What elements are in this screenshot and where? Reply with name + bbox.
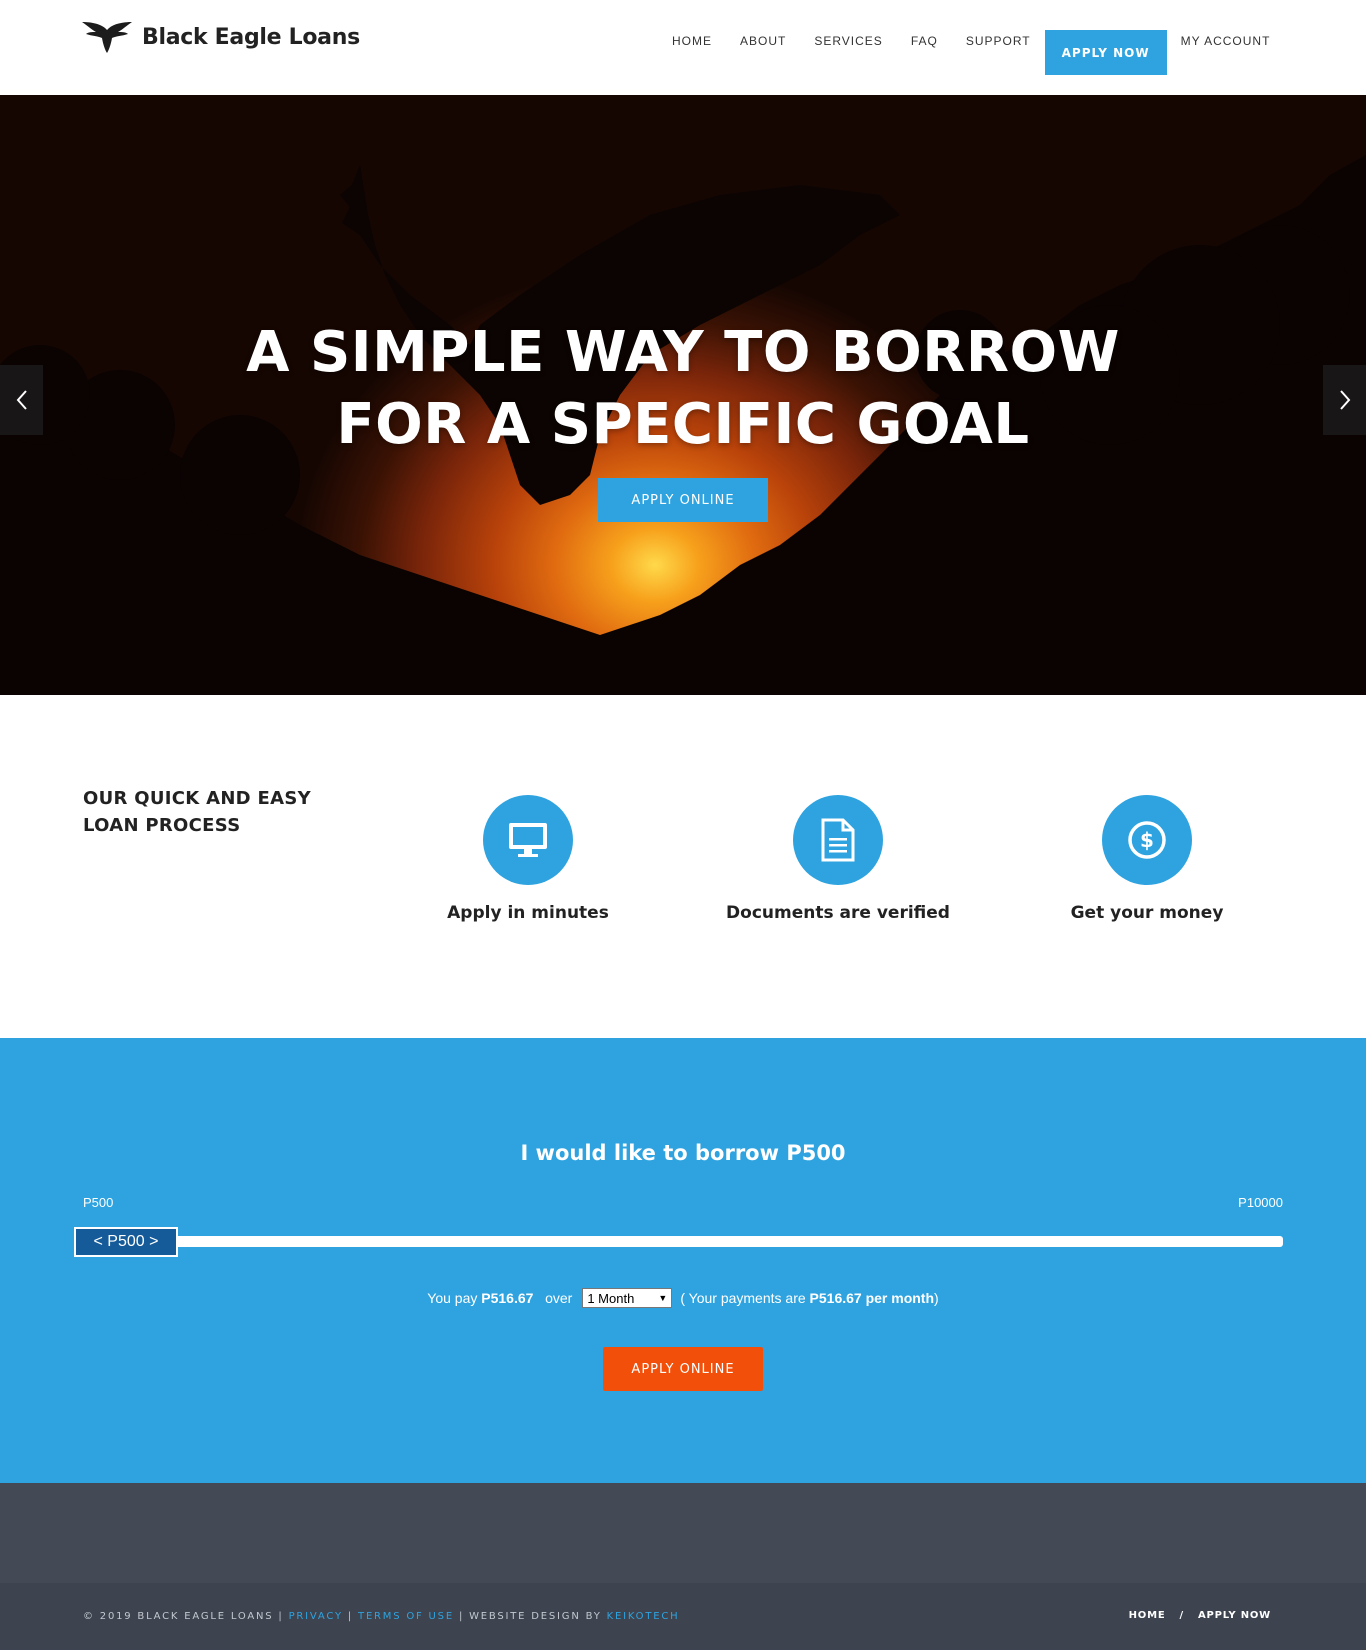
amount-slider-track[interactable] [110, 1236, 1283, 1247]
main-nav: HOME ABOUT SERVICES FAQ SUPPORT APPLY NO… [672, 30, 1270, 75]
terms-link[interactable]: TERMS OF USE [358, 1611, 454, 1622]
nav-home[interactable]: HOME [672, 30, 712, 52]
amount-slider-handle[interactable]: < P500 > [74, 1227, 178, 1257]
range-min-label: P500 [83, 1195, 114, 1210]
brand-name: Black Eagle Loans [142, 24, 360, 50]
nav-services[interactable]: SERVICES [814, 30, 882, 52]
hero-apply-online-button[interactable]: APPLY ONLINE [598, 478, 768, 522]
monitor-icon [509, 823, 547, 857]
term-value: 1 Month [587, 1290, 635, 1306]
designer-link[interactable]: KEIKOTECH [607, 1611, 680, 1622]
step-circle [483, 795, 573, 885]
payments-suffix: ) [934, 1290, 939, 1306]
nav-support[interactable]: SUPPORT [966, 30, 1031, 52]
footer-nav-apply-now[interactable]: APPLY NOW [1198, 1610, 1271, 1621]
footer-nav-separator: / [1179, 1610, 1184, 1621]
step-circle: $ [1102, 795, 1192, 885]
hero-title: A SIMPLE WAY TO BORROW FOR A SPECIFIC GO… [0, 317, 1366, 461]
nav-faq[interactable]: FAQ [911, 30, 938, 52]
hero-title-line-1: A SIMPLE WAY TO BORROW [246, 320, 1120, 385]
loan-process-section: OUR QUICK AND EASY LOAN PROCESS Apply in… [0, 695, 1366, 1038]
site-header: Black Eagle Loans HOME ABOUT SERVICES FA… [0, 0, 1366, 95]
payment-summary: You pay P516.67 over 1 Month ▼ ( Your pay… [0, 1288, 1366, 1308]
step-circle [793, 795, 883, 885]
you-pay-amount: P516.67 [481, 1290, 534, 1306]
step-label: Get your money [1070, 903, 1224, 923]
slider-prev-button[interactable] [0, 365, 43, 435]
payments-label: ( Your payments are [680, 1290, 806, 1306]
process-step-verify: Documents are verified [698, 795, 978, 923]
eagle-logo-icon [82, 22, 132, 53]
process-step-apply: Apply in minutes [388, 795, 668, 923]
calculator-apply-online-button[interactable]: APPLY ONLINE [603, 1347, 763, 1391]
logo[interactable]: Black Eagle Loans [82, 20, 360, 54]
process-step-money: $ Get your money [1007, 795, 1287, 923]
svg-text:$: $ [1140, 828, 1154, 852]
slider-next-button[interactable] [1323, 365, 1366, 435]
privacy-link[interactable]: PRIVACY [289, 1611, 343, 1622]
dropdown-arrow-icon: ▼ [658, 1293, 668, 1303]
footer-widgets [0, 1483, 1366, 1583]
term-select[interactable]: 1 Month ▼ [582, 1288, 673, 1308]
process-title: OUR QUICK AND EASY LOAN PROCESS [83, 788, 311, 836]
loan-calculator: I would like to borrow P500 P500 P10000 … [0, 1038, 1366, 1483]
nav-my-account[interactable]: MY ACCOUNT [1181, 30, 1271, 52]
hero-slider: A SIMPLE WAY TO BORROW FOR A SPECIFIC GO… [0, 95, 1366, 695]
copyright-label: © 2019 BLACK EAGLE LOANS | [83, 1611, 284, 1622]
over-label: over [545, 1290, 573, 1306]
hero-title-line-2: FOR A SPECIFIC GOAL [336, 392, 1030, 457]
footer-bar: © 2019 BLACK EAGLE LOANS | PRIVACY | TER… [0, 1583, 1366, 1650]
step-label: Apply in minutes [447, 903, 609, 923]
payments-amount: P516.67 per month [809, 1290, 935, 1306]
copyright-text: © 2019 BLACK EAGLE LOANS | PRIVACY | TER… [83, 1611, 679, 1622]
dollar-icon: $ [1128, 821, 1166, 859]
footer-nav-home[interactable]: HOME [1129, 1610, 1166, 1621]
calculator-title: I would like to borrow P500 [520, 1141, 846, 1165]
you-pay-label: You pay [427, 1290, 478, 1306]
range-max-label: P10000 [1238, 1195, 1283, 1210]
nav-apply-now-button[interactable]: APPLY NOW [1044, 30, 1167, 75]
nav-about[interactable]: ABOUT [740, 30, 786, 52]
footer-separator: | [347, 1611, 354, 1622]
chevron-left-icon [16, 390, 27, 410]
document-icon [821, 818, 855, 862]
footer-nav: HOME / APPLY NOW [1129, 1610, 1271, 1621]
chevron-right-icon [1339, 390, 1350, 410]
step-label: Documents are verified [726, 903, 950, 923]
design-by-label: | WEBSITE DESIGN BY [458, 1611, 602, 1622]
